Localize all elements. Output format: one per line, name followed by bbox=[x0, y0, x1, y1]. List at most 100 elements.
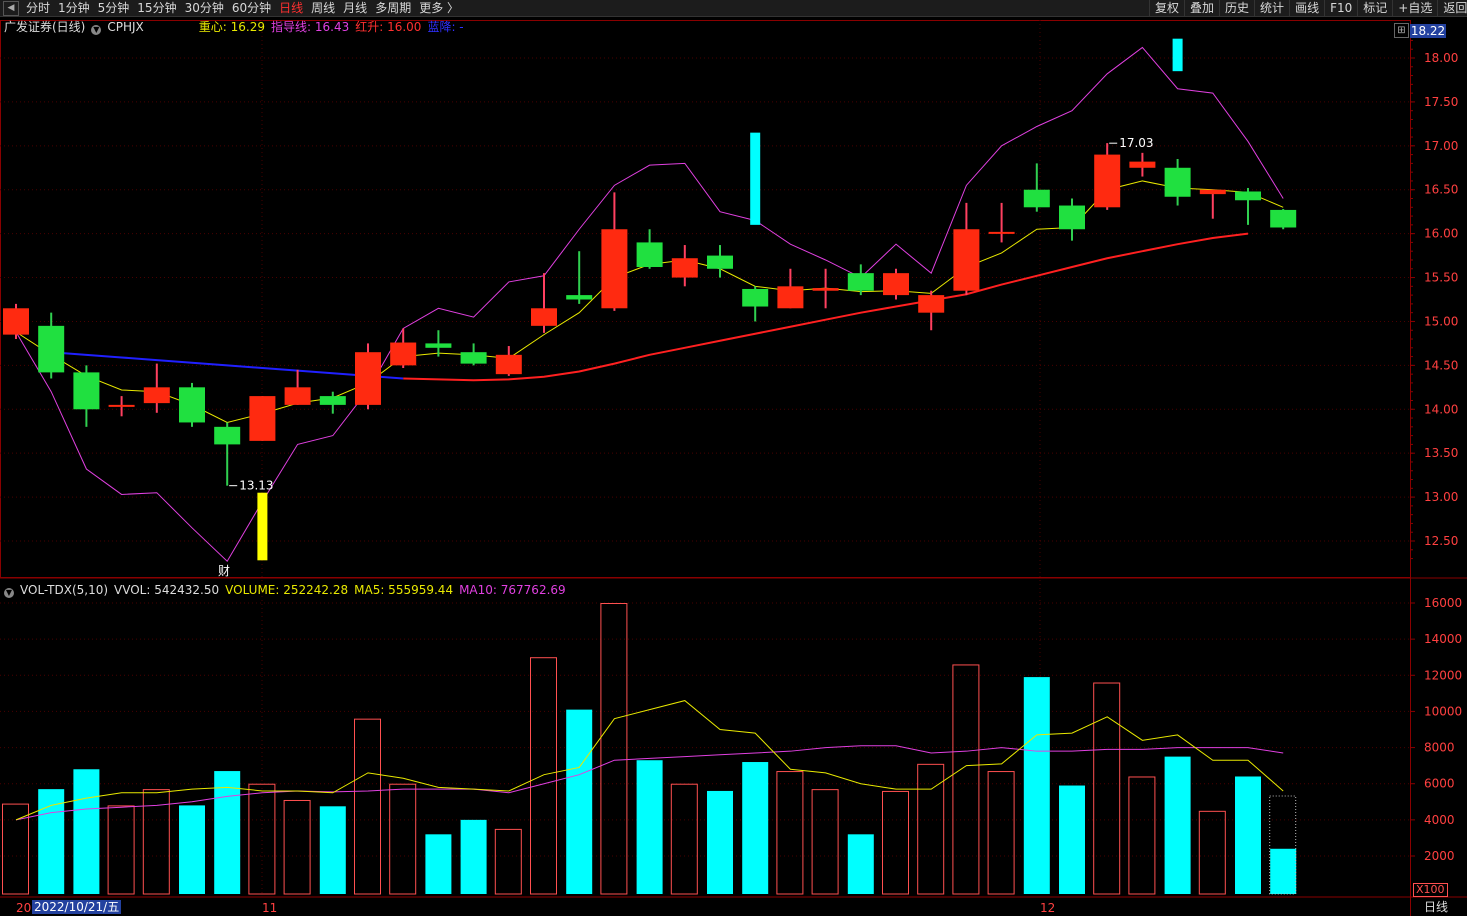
period-tab-2[interactable]: 5分钟 bbox=[94, 0, 134, 16]
candle-body bbox=[390, 342, 417, 366]
volume-tick-label: 6000 bbox=[1424, 777, 1455, 791]
period-tabs: 分时 1分钟 5分钟 15分钟 30分钟 60分钟 日线 周线 月线 多周期 更多 〉 bbox=[22, 0, 463, 16]
price-tick-label: 15.50 bbox=[1424, 271, 1458, 285]
period-tab-4[interactable]: 30分钟 bbox=[181, 0, 228, 16]
candle-body bbox=[460, 352, 487, 364]
volume-bar bbox=[847, 834, 874, 894]
candle-body bbox=[249, 396, 276, 441]
candle-body bbox=[108, 404, 135, 407]
candle-body bbox=[143, 387, 170, 404]
period-tab-10[interactable]: 更多 〉 bbox=[415, 0, 463, 16]
stock-name: 广发证券(日线) bbox=[4, 20, 86, 34]
candle-body bbox=[319, 396, 346, 405]
volume-bar bbox=[811, 789, 839, 895]
candle-body bbox=[425, 343, 452, 348]
period-tab-9[interactable]: 多周期 bbox=[371, 0, 415, 16]
ma10-value: MA10: 767762.69 bbox=[459, 583, 566, 597]
low-price-label: 13.13 bbox=[239, 479, 273, 493]
volume-bar bbox=[425, 834, 452, 894]
indicator-name: CPHJX bbox=[107, 20, 144, 34]
candle-body bbox=[1164, 167, 1191, 197]
volume-bar bbox=[1093, 682, 1121, 895]
center-line bbox=[15, 180, 1284, 423]
period-tab-6[interactable]: 日线 bbox=[275, 0, 307, 16]
tool-buttons: 复权 叠加 历史 统计 画线 F10 标记 +自选 返回 bbox=[1149, 0, 1467, 16]
volume-bar bbox=[1128, 776, 1156, 895]
price-tick-label: 16.00 bbox=[1424, 227, 1458, 241]
volume-bar bbox=[1023, 677, 1050, 894]
volume-bar bbox=[1270, 848, 1297, 894]
volume-bar bbox=[600, 603, 628, 895]
tool-button-2[interactable]: 历史 bbox=[1219, 0, 1254, 16]
volume-bar bbox=[494, 828, 522, 895]
candle-body bbox=[531, 308, 557, 326]
volume-bar bbox=[1164, 756, 1191, 894]
tool-button-8[interactable]: 返回 bbox=[1437, 0, 1467, 16]
volume-tick-label: 16000 bbox=[1424, 596, 1462, 610]
volume-unit-badge: X100 bbox=[1413, 883, 1448, 897]
main-plot-frame bbox=[0, 20, 1411, 578]
tool-button-6[interactable]: 标记 bbox=[1357, 0, 1392, 16]
candle-body bbox=[918, 295, 945, 313]
candle-body bbox=[988, 231, 1015, 234]
tool-button-5[interactable]: F10 bbox=[1324, 0, 1357, 16]
candle-body bbox=[671, 258, 698, 278]
candle-body bbox=[214, 426, 241, 445]
stock-chart[interactable]: 18.00 17.50 17.00 16.50 16.00 15.50 15.00 14.50… bbox=[0, 16, 1467, 916]
candle-body bbox=[38, 325, 65, 373]
tool-button-7[interactable]: +自选 bbox=[1392, 0, 1437, 16]
candle-body bbox=[847, 273, 874, 291]
price-tick-label: 14.50 bbox=[1424, 358, 1458, 372]
indicator-blue-down: 蓝降: - bbox=[427, 20, 464, 34]
candle-body bbox=[284, 387, 311, 405]
period-tab-5[interactable]: 60分钟 bbox=[228, 0, 275, 16]
candle-body bbox=[1129, 161, 1156, 168]
volume-bar bbox=[636, 760, 663, 894]
volume-indicator-name: VOL-TDX(5,10) bbox=[20, 583, 109, 597]
guide-line bbox=[15, 46, 1284, 562]
volume-bar bbox=[1059, 785, 1085, 894]
date-tick-label: 20 bbox=[16, 901, 31, 915]
period-tab-1[interactable]: 1分钟 bbox=[54, 0, 94, 16]
candle-body bbox=[707, 255, 733, 269]
volume-tick-label: 14000 bbox=[1424, 632, 1462, 646]
candle-body bbox=[566, 295, 593, 300]
volume-bar bbox=[107, 805, 135, 895]
tool-button-3[interactable]: 统计 bbox=[1254, 0, 1289, 16]
layout-toggle-icon[interactable]: ⊞ bbox=[1394, 23, 1409, 38]
date-tick-label: 11 bbox=[262, 901, 277, 915]
high-price-label: 17.03 bbox=[1119, 136, 1153, 150]
volume-bar bbox=[2, 803, 29, 895]
period-toolbar: 分时 1分钟 5分钟 15分钟 30分钟 60分钟 日线 周线 月线 多周期 更多 〉 复权 叠加 历史… bbox=[0, 0, 1467, 17]
period-tab-3[interactable]: 15分钟 bbox=[133, 0, 180, 16]
candle-body bbox=[1023, 189, 1050, 208]
candle-body bbox=[3, 308, 29, 335]
volume-bar bbox=[566, 709, 593, 894]
volume-bar bbox=[742, 762, 769, 894]
period-tab-8[interactable]: 月线 bbox=[339, 0, 371, 16]
candle-body bbox=[355, 352, 381, 405]
cursor-date-label: 2022/10/21/五 bbox=[32, 900, 122, 914]
period-tab-0[interactable]: 分时 bbox=[22, 0, 54, 16]
menu-arrow-icon[interactable]: ◀ bbox=[3, 1, 19, 16]
volume-bar bbox=[319, 806, 346, 894]
volume-tick-label: 2000 bbox=[1424, 849, 1455, 863]
tool-button-1[interactable]: 叠加 bbox=[1184, 0, 1219, 16]
date-tick-label: 12 bbox=[1040, 901, 1055, 915]
volume-value: VOLUME: 252242.28 bbox=[225, 583, 349, 597]
period-tab-7[interactable]: 周线 bbox=[307, 0, 339, 16]
vvol-value: VVOL: 542432.50 bbox=[114, 583, 220, 597]
volume-bar bbox=[283, 799, 311, 895]
tool-button-0[interactable]: 复权 bbox=[1149, 0, 1184, 16]
volume-bar bbox=[73, 769, 100, 894]
volume-bar bbox=[670, 783, 698, 895]
indicator-guide: 指导线: 16.43 bbox=[271, 20, 350, 34]
candle-body bbox=[777, 286, 804, 309]
dropdown-icon[interactable]: ▼ bbox=[4, 588, 14, 598]
indicator-red-up: 红升: 16.00 bbox=[355, 20, 422, 34]
volume-bar bbox=[1198, 810, 1226, 895]
tool-button-4[interactable]: 画线 bbox=[1289, 0, 1324, 16]
candle-body bbox=[953, 229, 980, 291]
dropdown-icon[interactable]: ▼ bbox=[91, 25, 102, 35]
volume-bar bbox=[179, 805, 205, 894]
